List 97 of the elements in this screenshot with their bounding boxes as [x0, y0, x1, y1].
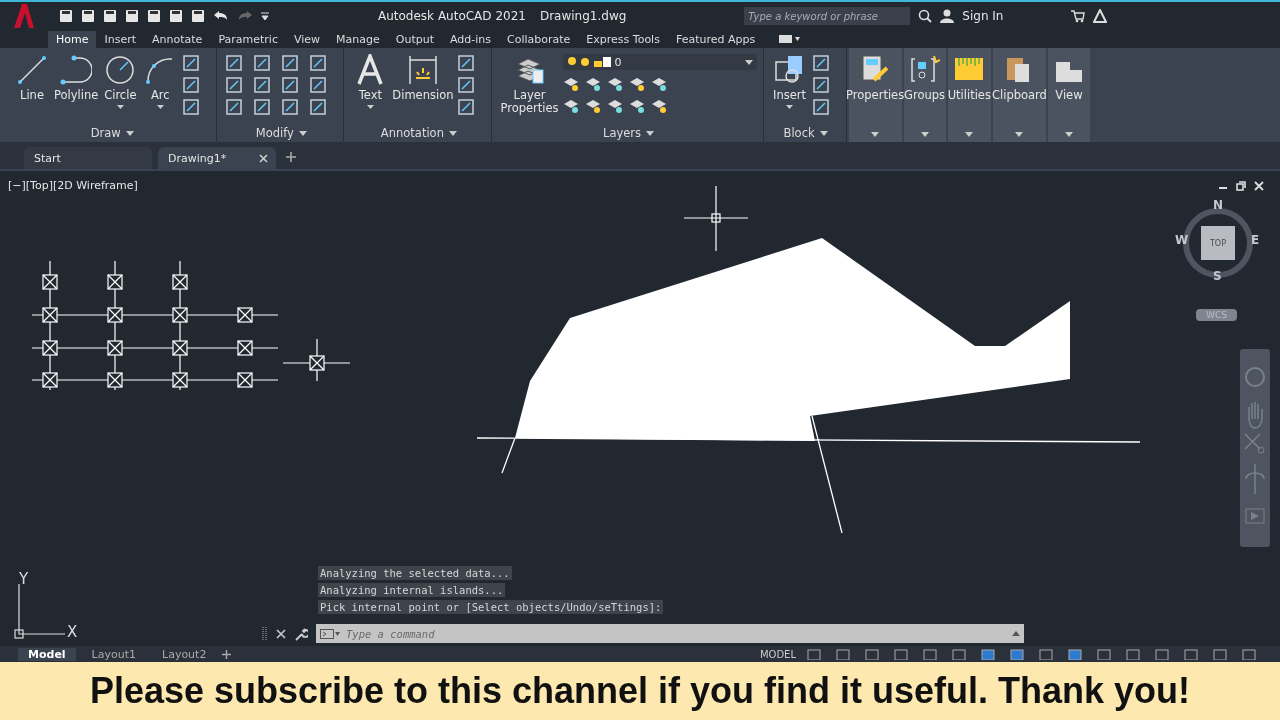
close-icon[interactable]: [259, 153, 268, 163]
tool-button[interactable]: Insert: [771, 54, 808, 109]
layer-dropdown[interactable]: 0: [562, 54, 757, 70]
caret-icon: [298, 130, 307, 136]
compass-label[interactable]: S: [1213, 269, 1222, 283]
properties-icon: [860, 54, 891, 84]
cart-icon[interactable]: [1071, 9, 1086, 23]
file-name: Drawing1.dwg: [539, 9, 627, 23]
ribbon-tab[interactable]: Output: [387, 30, 442, 48]
ribbon-tab[interactable]: Home: [48, 30, 97, 48]
wrench-icon[interactable]: [294, 626, 308, 641]
line-tool-icon: [16, 54, 48, 86]
search-icon[interactable]: [918, 9, 933, 23]
layout-tab[interactable]: Layout2: [152, 647, 217, 661]
model-space-button[interactable]: MODEL: [759, 648, 796, 660]
tool-button[interactable]: Arc: [142, 54, 179, 109]
layout-tab[interactable]: Layout1: [81, 647, 146, 661]
collapsed-panel-button[interactable]: Utilities: [947, 48, 991, 142]
new-tab-icon[interactable]: [286, 152, 296, 162]
caret-icon: [871, 132, 880, 137]
ucs-axes-icon: [14, 583, 66, 639]
caret-icon: [920, 132, 929, 137]
ribbon-tab[interactable]: Add-ins: [442, 30, 500, 48]
banner-text: Please subscribe to this channel if you find it useful. Thank you!: [89, 670, 1191, 712]
panel-title[interactable]: Modify: [219, 124, 344, 142]
collapsed-panel-button[interactable]: View: [1047, 48, 1090, 142]
x-axis-label: X: [67, 623, 78, 641]
caret-icon: [448, 130, 457, 136]
panel-title[interactable]: Annotation: [346, 124, 492, 142]
sign-in-link[interactable]: Sign In: [962, 9, 1004, 23]
toolbar-icon[interactable]: [80, 8, 96, 24]
ribbon-tab[interactable]: Express Tools: [578, 30, 668, 48]
toolbar-icon[interactable]: [102, 8, 118, 24]
drawing-canvas[interactable]: [−][Top][2D Wireframe] Y X N W TOP E S WCS Analyzing the selected data... Analyzing internal islands... Pick internal point or [Select objects/Undo/seTtings]: Type a command: [0, 169, 1280, 646]
layer-state-icons[interactable]: [566, 56, 611, 68]
viewport-controls-label[interactable]: [−][Top][2D Wireframe]: [8, 179, 138, 192]
polyline-tool-icon: [60, 54, 93, 86]
app-logo-icon[interactable]: [12, 3, 36, 29]
toolbar-icon[interactable]: [124, 8, 140, 24]
hatched-region-shape[interactable]: [515, 238, 1070, 441]
collapsed-panel-button[interactable]: Groups: [903, 48, 946, 142]
caret-icon[interactable]: [744, 59, 753, 65]
panel-title[interactable]: Block: [765, 124, 846, 142]
caret-icon: [1015, 132, 1024, 137]
toolbar-icon[interactable]: [146, 8, 162, 24]
caret-icon: [646, 130, 655, 136]
tool-button[interactable]: Polyline: [54, 54, 99, 102]
circle-tool-icon: [104, 54, 137, 86]
caret-icon[interactable]: [1012, 631, 1020, 636]
toolbar-icon[interactable]: [190, 8, 206, 24]
y-axis-label: Y: [19, 570, 29, 588]
tool-button[interactable]: Layer Properties: [500, 54, 559, 115]
user-icon: [940, 9, 955, 23]
tool-button[interactable]: Circle: [102, 54, 139, 109]
toolbar-icon[interactable]: [168, 8, 184, 24]
tool-button[interactable]: Dimension: [392, 54, 454, 102]
file-tab[interactable]: Start: [24, 147, 152, 169]
close-icon[interactable]: [1254, 181, 1264, 191]
dropdown-caret-icon[interactable]: [260, 11, 270, 21]
panel-toggle-icon[interactable]: [779, 34, 802, 44]
search-field[interactable]: Type a keyword or phrase: [744, 7, 911, 25]
caret-icon: [819, 130, 828, 136]
ribbon-tab[interactable]: Parametric: [210, 30, 286, 48]
panel-title[interactable]: Layers: [494, 124, 763, 142]
restore-icon[interactable]: [1236, 181, 1246, 191]
new-layout-icon[interactable]: [222, 649, 232, 659]
groups-icon: [909, 54, 940, 84]
cube-face[interactable]: TOP: [1201, 226, 1235, 260]
close-icon[interactable]: [276, 628, 286, 639]
ribbon-tab[interactable]: Featured Apps: [667, 30, 764, 48]
compass-label[interactable]: N: [1213, 198, 1224, 212]
ribbon-tab[interactable]: Manage: [328, 30, 388, 48]
symbol-grid-drawing[interactable]: [31, 260, 351, 391]
ribbon-tab[interactable]: Annotate: [144, 30, 211, 48]
grip-icon[interactable]: [262, 626, 268, 641]
tool-button[interactable]: Line: [14, 54, 50, 102]
compass-label[interactable]: E: [1251, 233, 1260, 247]
file-tab[interactable]: Drawing1*: [158, 147, 276, 169]
crosshair-cursor-icon: [683, 185, 749, 252]
command-prompt-icon[interactable]: [320, 628, 340, 639]
caret-icon: [965, 132, 974, 137]
triangle-logo-icon[interactable]: [1093, 9, 1108, 23]
toolbar-icon[interactable]: [58, 8, 74, 24]
dimension-tool-icon: [406, 54, 439, 86]
ribbon-tab[interactable]: Insert: [96, 30, 145, 48]
app-title: Autodesk AutoCAD 2021: [378, 9, 526, 23]
panel-title[interactable]: Draw: [8, 124, 217, 142]
layout-tab[interactable]: Model: [18, 647, 76, 661]
ribbon-tab[interactable]: Collaborate: [499, 30, 579, 48]
command-input-field[interactable]: Type a command: [344, 626, 1008, 641]
line-drawing[interactable]: [476, 415, 1141, 534]
tool-button[interactable]: Text: [352, 54, 389, 109]
collapsed-panel-button[interactable]: Clipboard: [992, 48, 1046, 142]
compass-label[interactable]: W: [1175, 233, 1189, 247]
ribbon-tab[interactable]: View: [285, 30, 329, 48]
caret-icon: [125, 130, 134, 136]
caret-icon: [1064, 132, 1073, 137]
